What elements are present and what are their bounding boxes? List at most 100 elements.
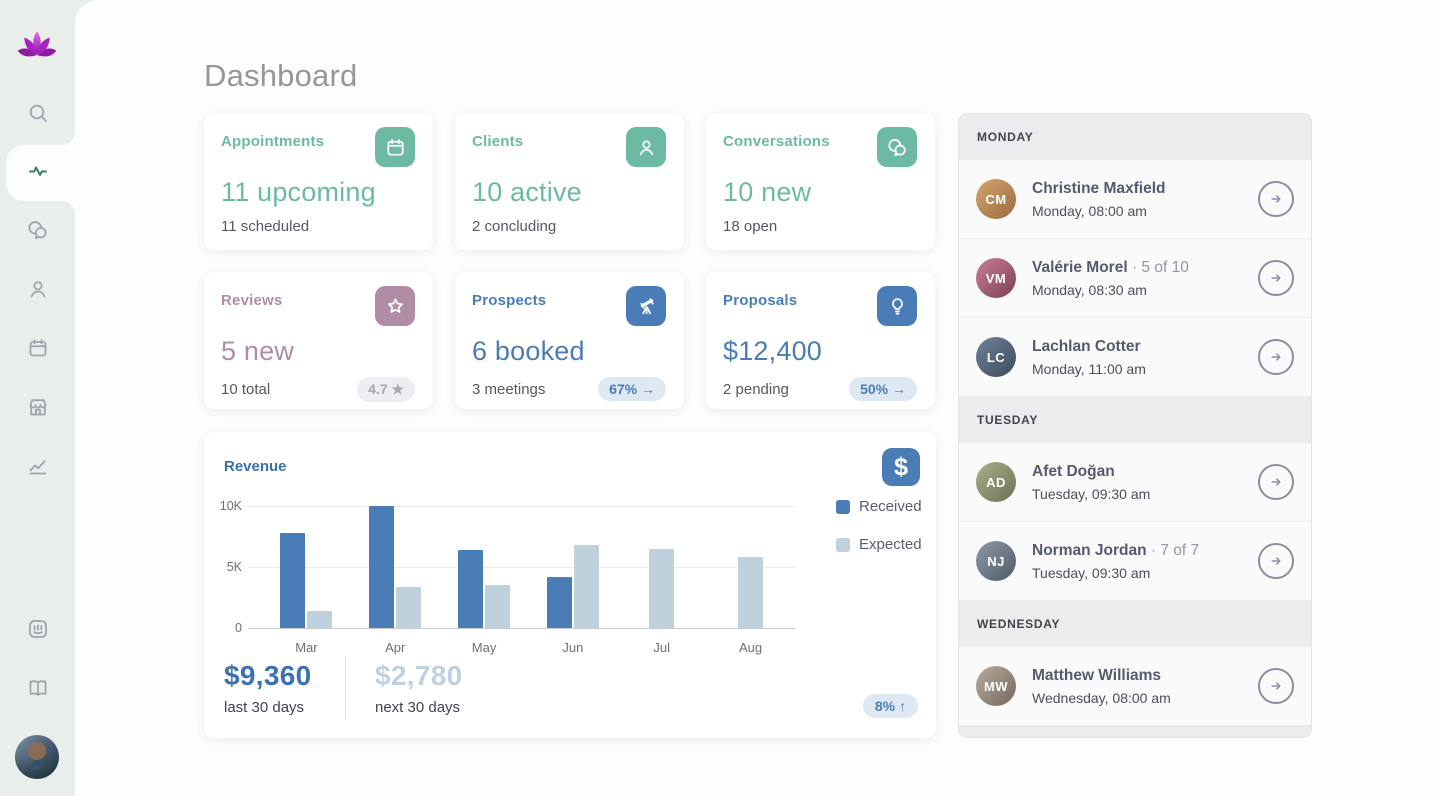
y-axis-tick: 0 <box>204 621 242 635</box>
bar-group-mar: Mar <box>280 506 332 628</box>
session-count: · 5 of 10 <box>1128 259 1189 276</box>
legend-swatch <box>836 500 850 514</box>
appointment-time: Tuesday, 09:30 am <box>1032 486 1242 502</box>
stat-card-clients[interactable]: Clients 10 active 2 concluding <box>455 113 684 250</box>
x-axis-label: Jun <box>547 640 599 655</box>
sidebar-item-reports[interactable] <box>15 446 60 491</box>
schedule-row[interactable]: CM Christine Maxfield Monday, 08:00 am <box>959 160 1311 239</box>
arrow-right-icon[interactable] <box>1258 464 1294 500</box>
schedule-row[interactable]: LC Lachlan Cotter Monday, 11:00 am <box>959 318 1311 397</box>
schedule-row[interactable]: VM Valérie Morel · 5 of 10 Monday, 08:30… <box>959 239 1311 318</box>
schedule-row[interactable]: NJ Norman Jordan · 7 of 7 Tuesday, 09:30… <box>959 522 1311 601</box>
avatar: NJ <box>976 541 1016 581</box>
revenue-title: Revenue <box>224 458 287 475</box>
bar-expected-may <box>485 585 510 628</box>
sidebar-item-calendar[interactable] <box>15 328 60 373</box>
revenue-card: Revenue $ 05K10KMarAprMayJunJulAug Recei… <box>204 432 936 738</box>
revenue-label-last: last 30 days <box>224 699 311 716</box>
library-icon <box>26 676 50 705</box>
stat-card-value: 10 new <box>723 177 917 208</box>
stat-card-value: 5 new <box>221 336 415 367</box>
bar-expected-jun <box>574 545 599 628</box>
avatar: AD <box>976 462 1016 502</box>
user-avatar[interactable] <box>15 735 59 779</box>
stat-card-subtext: 2 concluding <box>472 218 556 235</box>
day-header-monday: MONDAY <box>959 114 1311 160</box>
bar-group-apr: Apr <box>369 506 421 628</box>
chart-legend: Received Expected <box>836 498 922 553</box>
calendar-icon <box>375 127 415 167</box>
person-name: Christine Maxfield <box>1032 180 1166 197</box>
stat-card-subtext: 11 scheduled <box>221 218 309 235</box>
stat-card-badge: 4.7 ★ <box>357 377 415 402</box>
reports-icon <box>26 454 50 483</box>
stat-card-prospects[interactable]: Prospects 6 booked 3 meetings 67% → <box>455 272 684 409</box>
arrow-right-icon[interactable] <box>1258 181 1294 217</box>
sidebar-item-library[interactable] <box>15 668 60 713</box>
gridline-0 <box>248 628 795 629</box>
appointment-time: Wednesday, 08:00 am <box>1032 690 1242 706</box>
session-count: · 7 of 7 <box>1147 542 1200 559</box>
stat-card-conversations[interactable]: Conversations 10 new 18 open <box>706 113 935 250</box>
arrow-right-icon[interactable] <box>1258 543 1294 579</box>
stat-card-appointments[interactable]: Appointments 11 upcoming 11 scheduled <box>204 113 433 250</box>
svg-text:$: $ <box>894 453 908 481</box>
bar-expected-apr <box>396 587 421 628</box>
arrow-right-icon[interactable] <box>1258 668 1294 704</box>
bar-expected-mar <box>307 611 332 628</box>
lightbulb-icon <box>877 286 917 326</box>
person-icon <box>626 127 666 167</box>
person-name: Matthew Williams <box>1032 667 1161 684</box>
appointment-time: Monday, 08:30 am <box>1032 282 1242 298</box>
stat-card-subtext: 10 total <box>221 381 270 398</box>
stat-card-proposals[interactable]: Proposals $12,400 2 pending 50% → <box>706 272 935 409</box>
legend-item-expected: Expected <box>836 536 922 553</box>
appointment-time: Monday, 08:00 am <box>1032 203 1242 219</box>
schedule-panel: MONDAY CM Christine Maxfield Monday, 08:… <box>958 113 1312 738</box>
x-axis-label: May <box>458 640 510 655</box>
stat-card-value: 11 upcoming <box>221 177 415 208</box>
arrow-right-icon[interactable] <box>1258 260 1294 296</box>
schedule-row[interactable]: MW Matthew Williams Wednesday, 08:00 am <box>959 647 1311 726</box>
app-root: Dashboard Appointments 11 upcoming 11 sc… <box>0 0 1440 796</box>
x-axis-label: Mar <box>280 640 332 655</box>
sidebar-item-store[interactable] <box>15 387 60 432</box>
sidebar-item-messenger[interactable] <box>15 609 60 654</box>
schedule-row[interactable]: AD Afet Doğan Tuesday, 09:30 am <box>959 443 1311 522</box>
sidebar-item-clients[interactable] <box>15 269 60 314</box>
person-name: Afet Doğan <box>1032 463 1115 480</box>
stat-card-value: 10 active <box>472 177 666 208</box>
page-title: Dashboard <box>204 58 357 94</box>
trend-badge: 8% ↑ <box>863 694 918 718</box>
stat-card-subtext: 3 meetings <box>472 381 545 398</box>
x-axis-label: Aug <box>725 640 777 655</box>
bar-group-jun: Jun <box>547 506 599 628</box>
sidebar-item-search[interactable] <box>15 93 60 138</box>
appointment-time: Monday, 11:00 am <box>1032 361 1242 377</box>
bar-received-apr <box>369 506 394 628</box>
x-axis-label: Apr <box>369 640 421 655</box>
person-name: Lachlan Cotter <box>1032 338 1141 355</box>
dollar-icon[interactable]: $ <box>882 448 920 486</box>
search-icon <box>26 101 50 130</box>
lotus-logo <box>15 24 59 68</box>
y-axis-tick: 10K <box>204 499 242 513</box>
chat-icon <box>877 127 917 167</box>
stat-card-badge: 67% → <box>598 377 666 401</box>
sidebar-item-activity[interactable] <box>15 151 60 196</box>
arrow-right-icon[interactable] <box>1258 339 1294 375</box>
avatar: VM <box>976 258 1016 298</box>
divider <box>345 656 346 720</box>
activity-icon <box>26 159 50 188</box>
person-name: Valérie Morel <box>1032 259 1128 276</box>
legend-label: Received <box>859 498 922 515</box>
messenger-icon <box>26 617 50 646</box>
avatar: LC <box>976 337 1016 377</box>
stat-card-reviews[interactable]: Reviews 5 new 10 total 4.7 ★ <box>204 272 433 409</box>
stat-card-value: 6 booked <box>472 336 666 367</box>
y-axis-tick: 5K <box>204 560 242 574</box>
legend-item-received: Received <box>836 498 922 515</box>
conversations-icon <box>26 218 50 247</box>
sidebar-item-conversations[interactable] <box>15 210 60 255</box>
revenue-stat-last: $9,360 last 30 days <box>224 660 311 716</box>
